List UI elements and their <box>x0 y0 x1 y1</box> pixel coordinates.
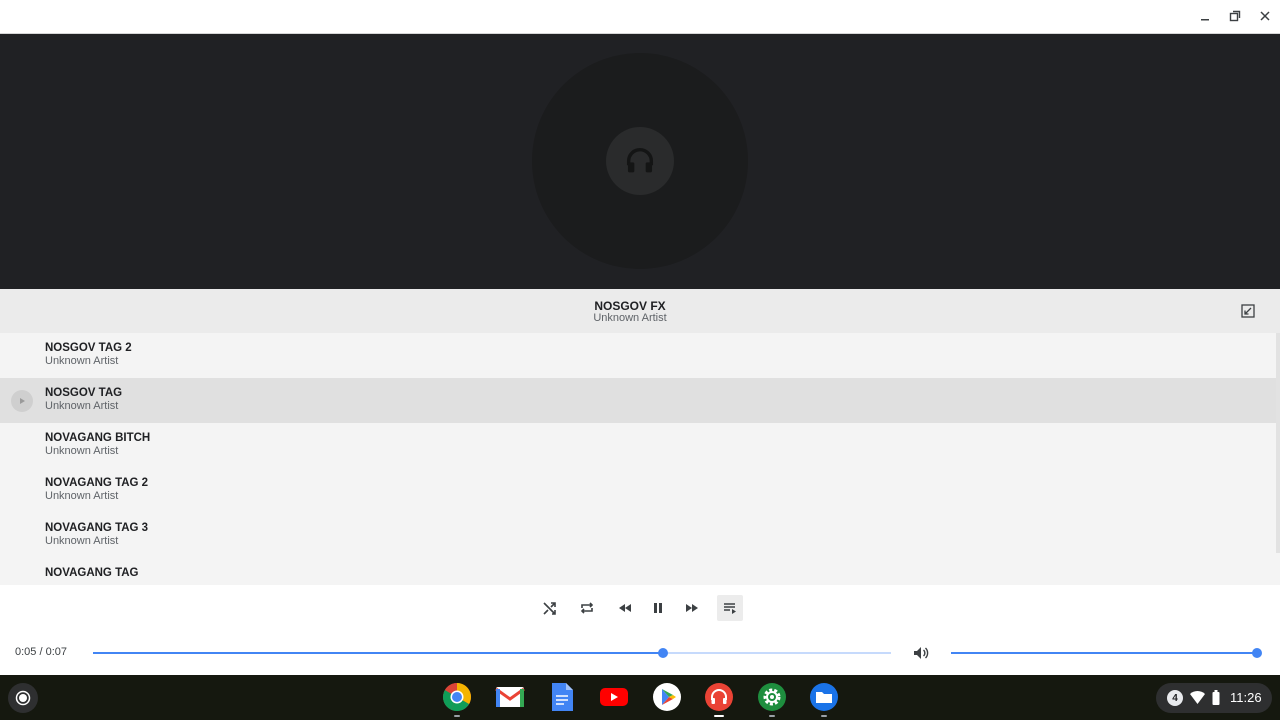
list-item[interactable]: NOVAGANG TAG 3 Unknown Artist <box>0 513 1280 558</box>
track-artist: Unknown Artist <box>45 535 119 547</box>
playback-time: 0:05 / 0:07 <box>15 646 67 658</box>
shuffle-icon <box>543 602 556 615</box>
headphones-icon <box>606 127 674 195</box>
list-item[interactable]: NOVAGANG TAG <box>0 558 1280 585</box>
seek-handle[interactable] <box>658 648 668 658</box>
close-icon <box>1260 11 1270 21</box>
files-icon <box>810 683 838 711</box>
collapse-button[interactable] <box>1240 303 1256 319</box>
album-art-area <box>0 34 1280 289</box>
track-title: NOVAGANG TAG 2 <box>45 477 149 489</box>
list-item[interactable]: NOVAGANG BITCH Unknown Artist <box>0 423 1280 468</box>
album-art-disc <box>532 53 748 269</box>
minimize-button[interactable] <box>1191 4 1219 28</box>
active-indicator <box>714 715 724 717</box>
wifi-icon <box>1190 691 1205 704</box>
docs-icon <box>552 683 573 711</box>
now-playing-title: NOSGOV FX <box>594 299 666 313</box>
track-artist: Unknown Artist <box>45 400 119 412</box>
battery-icon <box>1212 690 1220 705</box>
volume-icon <box>914 647 929 659</box>
track-artist: Unknown Artist <box>45 445 119 457</box>
gmail-app[interactable] <box>494 681 526 713</box>
track-title: NOVAGANG TAG <box>45 567 139 579</box>
now-playing-bar: NOSGOV FX Unknown Artist <box>0 289 1280 333</box>
running-indicator <box>454 715 460 717</box>
volume-handle[interactable] <box>1252 648 1262 658</box>
repeat-icon <box>580 602 594 614</box>
system-shelf: 4 11:26 <box>0 675 1280 720</box>
youtube-app[interactable] <box>598 681 630 713</box>
playlist-icon <box>724 603 736 614</box>
restore-icon <box>1229 10 1241 22</box>
running-indicator <box>821 715 827 717</box>
running-indicator <box>769 715 775 717</box>
track-title: NOSGOV TAG 2 <box>45 342 132 354</box>
volume-button[interactable] <box>912 644 930 662</box>
gmail-icon <box>495 687 525 707</box>
fast-forward-button[interactable] <box>679 595 705 621</box>
launcher-icon <box>15 690 31 706</box>
status-tray[interactable]: 4 11:26 <box>1156 683 1272 713</box>
rewind-button[interactable] <box>612 595 638 621</box>
playlist-button[interactable] <box>717 595 743 621</box>
track-title: NOVAGANG BITCH <box>45 432 151 444</box>
track-title: NOVAGANG TAG 3 <box>45 522 149 534</box>
youtube-icon <box>600 688 628 706</box>
minimize-icon <box>1201 19 1209 21</box>
track-artist: Unknown Artist <box>45 490 119 502</box>
window-titlebar <box>0 0 1280 34</box>
shuffle-button[interactable] <box>537 595 563 621</box>
volume-slider[interactable] <box>951 648 1262 658</box>
play-indicator-icon <box>11 390 33 412</box>
clock: 11:26 <box>1230 690 1262 705</box>
pause-button[interactable] <box>645 595 671 621</box>
player-controls: 0:05 / 0:07 <box>0 585 1280 675</box>
list-item-active[interactable]: NOSGOV TAG Unknown Artist <box>0 378 1280 423</box>
scrollbar[interactable] <box>1276 333 1280 553</box>
launcher-button[interactable] <box>8 683 38 713</box>
now-playing-artist: Unknown Artist <box>593 312 667 324</box>
files-app[interactable] <box>808 681 840 717</box>
settings-icon <box>758 683 786 711</box>
list-item[interactable]: NOSGOV TAG 2 Unknown Artist <box>0 333 1280 378</box>
track-title: NOSGOV TAG <box>45 387 123 399</box>
close-button[interactable] <box>1251 4 1279 28</box>
audio-player-icon <box>705 683 733 711</box>
seek-slider[interactable] <box>93 648 891 658</box>
play-store-app[interactable] <box>651 681 683 713</box>
docs-app[interactable] <box>546 681 578 713</box>
settings-app[interactable] <box>756 681 788 717</box>
seek-progress <box>93 652 663 654</box>
rewind-icon <box>619 604 631 612</box>
track-artist: Unknown Artist <box>45 355 119 367</box>
audio-player-app[interactable] <box>703 681 735 717</box>
volume-level <box>951 652 1257 654</box>
notification-count-badge: 4 <box>1167 690 1183 706</box>
chrome-icon <box>442 683 471 712</box>
repeat-button[interactable] <box>574 595 600 621</box>
pause-icon <box>654 603 662 613</box>
play-store-icon <box>653 683 681 711</box>
restore-button[interactable] <box>1221 4 1249 28</box>
fast-forward-icon <box>686 604 698 612</box>
track-list[interactable]: NOSGOV TAG 2 Unknown Artist NOSGOV TAG U… <box>0 333 1280 585</box>
chrome-app[interactable] <box>441 681 473 717</box>
list-item[interactable]: NOVAGANG TAG 2 Unknown Artist <box>0 468 1280 513</box>
collapse-icon <box>1241 304 1255 318</box>
